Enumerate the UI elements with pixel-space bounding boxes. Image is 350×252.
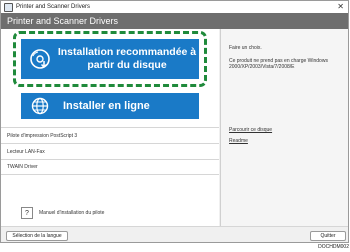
close-icon[interactable]: ✕: [337, 2, 344, 12]
recommended-install-label: Installation recommandée à partir du dis…: [57, 46, 197, 71]
quit-button[interactable]: Quitter: [310, 231, 346, 241]
support-note: Ce produit ne prend pas en charge Window…: [229, 58, 328, 70]
app-icon: [4, 2, 13, 12]
bottom-bar: Sélection de la langue Quitter: [1, 226, 348, 242]
figure-code: DOCHDM002: [318, 244, 349, 250]
window-title: Printer and Scanner Drivers: [16, 4, 91, 10]
header-title: Printer and Scanner Drivers: [7, 16, 119, 26]
readme-link[interactable]: Readme: [229, 138, 248, 144]
install-manual-label: Manuel d'installation du pilote: [39, 210, 105, 216]
driver-list: Pilote d'impression PostScript 3 Lecteur…: [1, 127, 219, 175]
right-panel: Faire un choix. Ce produit ne prend pas …: [220, 29, 348, 226]
online-install-label: Installer en ligne: [63, 99, 150, 112]
installer-window: Printer and Scanner Drivers ✕ Printer an…: [0, 0, 349, 243]
online-install-button[interactable]: Installer en ligne: [21, 93, 199, 119]
list-item-postscript-driver[interactable]: Pilote d'impression PostScript 3: [1, 127, 219, 143]
title-bar: Printer and Scanner Drivers ✕: [1, 1, 348, 13]
browse-disc-link[interactable]: Parcourir ce disque: [229, 127, 272, 133]
list-item-lan-fax[interactable]: Lecteur LAN-Fax: [1, 143, 219, 159]
install-manual-link[interactable]: ? Manuel d'installation du pilote: [21, 207, 104, 219]
header-banner: Printer and Scanner Drivers: [1, 13, 348, 29]
globe-icon: [25, 97, 55, 115]
recommended-install-button[interactable]: Installation recommandée à partir du dis…: [21, 39, 199, 79]
language-selection-button[interactable]: Sélection de la langue: [6, 231, 68, 241]
left-panel: Installation recommandée à partir du dis…: [1, 29, 219, 226]
list-item-twain[interactable]: TWAIN Driver: [1, 159, 219, 175]
disc-install-icon: [25, 48, 55, 70]
instruction-text: Faire un choix.: [229, 45, 262, 51]
help-icon: ?: [21, 207, 33, 219]
